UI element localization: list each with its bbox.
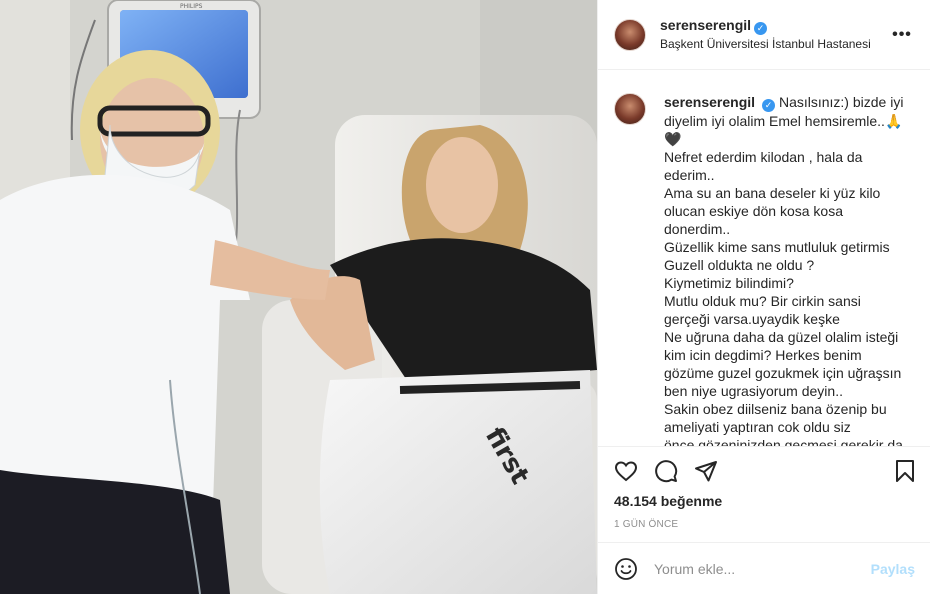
caption-line: ben niye ugrasiyorum deyin.. bbox=[664, 383, 843, 399]
caption-line: diyelim iyi olalim Emel hemsiremle..🙏 bbox=[664, 113, 903, 129]
post-comment-button[interactable]: Paylaş bbox=[871, 561, 915, 577]
header-text: serenserengil ✓ Başkent Üniversitesi İsta… bbox=[660, 16, 890, 53]
avatar[interactable] bbox=[614, 18, 646, 51]
post-photo[interactable]: PHILIPS first bbox=[0, 0, 597, 594]
verified-badge-icon: ✓ bbox=[754, 22, 768, 35]
emoji-icon[interactable] bbox=[614, 557, 638, 581]
caption-line: gerçeği varsa.uyaydik keşke bbox=[664, 311, 840, 327]
actions-section: 48.154 beğenme 1 GÜN ÖNCE bbox=[598, 446, 930, 542]
caption-line: Sakin obez diilseniz bana özenip bu bbox=[664, 401, 887, 417]
caption-line: ederim.. bbox=[664, 167, 715, 183]
comment-icon[interactable] bbox=[654, 459, 678, 483]
caption-line: kim icin degdimi? Herkes benim bbox=[664, 347, 862, 363]
caption-text: serenserengil ✓ Nasılsınız:) bizde iyi di… bbox=[664, 93, 914, 446]
more-horizontal-icon[interactable]: ••• bbox=[890, 26, 914, 44]
caption-line: Guzell oldukta ne oldu ? bbox=[664, 257, 815, 273]
instagram-post: PHILIPS first serenserengil ✓ Başkent Ün… bbox=[0, 0, 930, 594]
post-header: serenserengil ✓ Başkent Üniversitesi İsta… bbox=[598, 0, 930, 70]
share-icon[interactable] bbox=[694, 459, 718, 483]
caption-verified-badge-icon: ✓ bbox=[762, 99, 776, 112]
caption-avatar[interactable] bbox=[614, 93, 646, 125]
comment-form: Paylaş bbox=[598, 542, 930, 594]
post-timestamp[interactable]: 1 GÜN ÖNCE bbox=[614, 519, 678, 530]
caption-line: önce gözeninizden geçmesi gerekir da bbox=[664, 437, 903, 446]
monitor-brand: PHILIPS bbox=[180, 3, 203, 10]
caption-line: Ne uğruna daha da güzel olalim isteği bbox=[664, 329, 899, 345]
photo-illustration: PHILIPS first bbox=[0, 0, 597, 594]
action-icons bbox=[614, 459, 718, 483]
bookmark-icon[interactable] bbox=[893, 459, 917, 483]
username-link[interactable]: serenserengil bbox=[660, 17, 751, 33]
caption-line: Güzellik kime sans mutluluk getirmis bbox=[664, 239, 890, 255]
caption-line: 🖤 bbox=[664, 131, 682, 147]
caption-line: Ama su an bana deseler ki yüz kilo bbox=[664, 185, 881, 201]
caption-line: donerdim.. bbox=[664, 221, 731, 237]
likes-count[interactable]: 48.154 beğenme bbox=[614, 493, 722, 509]
location-link[interactable]: Başkent Üniversitesi İstanbul Hastanesi bbox=[660, 35, 890, 53]
comment-input[interactable] bbox=[654, 560, 871, 577]
caption-scroll-area[interactable]: serenserengil ✓ Nasılsınız:) bizde iyi di… bbox=[598, 71, 930, 446]
post-details-panel: serenserengil ✓ Başkent Üniversitesi İsta… bbox=[597, 0, 930, 594]
heart-icon[interactable] bbox=[614, 459, 638, 483]
caption-username-link[interactable]: serenserengil bbox=[664, 94, 755, 110]
caption-line: Kiymetimiz bilindimi? bbox=[664, 275, 794, 291]
caption-line: olucan eskiye dön kosa kosa bbox=[664, 203, 843, 219]
caption-line: Mutlu olduk mu? Bir cirkin sansi bbox=[664, 293, 861, 309]
caption-comment: serenserengil ✓ Nasılsınız:) bizde iyi di… bbox=[614, 93, 915, 446]
caption-line: Nefret ederdim kilodan , hala da bbox=[664, 149, 863, 165]
caption-line: gözüme guzel gozukmek için uğraşsın bbox=[664, 365, 902, 381]
caption-line: ameliyati yaptıran cok oldu siz bbox=[664, 419, 851, 435]
caption-line: Nasılsınız:) bizde iyi bbox=[778, 94, 904, 110]
